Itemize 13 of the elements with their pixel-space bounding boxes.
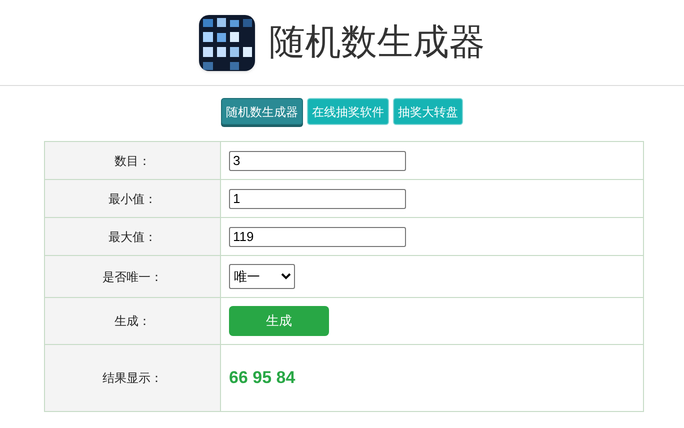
result-text: 66 95 84 bbox=[229, 368, 296, 388]
input-field[interactable]: 1 bbox=[229, 188, 406, 208]
select-dropdown[interactable]: 唯一 bbox=[229, 264, 295, 289]
label-cell: 是否唯一： bbox=[44, 256, 220, 298]
input-field[interactable]: 119 bbox=[229, 226, 406, 246]
input-field[interactable]: 3 bbox=[229, 150, 406, 170]
page-title: 随机数生成器 bbox=[269, 20, 485, 64]
label-cell: 最小值： bbox=[44, 180, 220, 218]
label-cell: 数目： bbox=[44, 142, 220, 180]
label-cell: 结果显示： bbox=[44, 344, 220, 412]
label-cell: 最大值： bbox=[44, 218, 220, 256]
label-cell: 生成： bbox=[44, 298, 220, 344]
nav-tab[interactable]: 随机数生成器 bbox=[221, 98, 303, 125]
